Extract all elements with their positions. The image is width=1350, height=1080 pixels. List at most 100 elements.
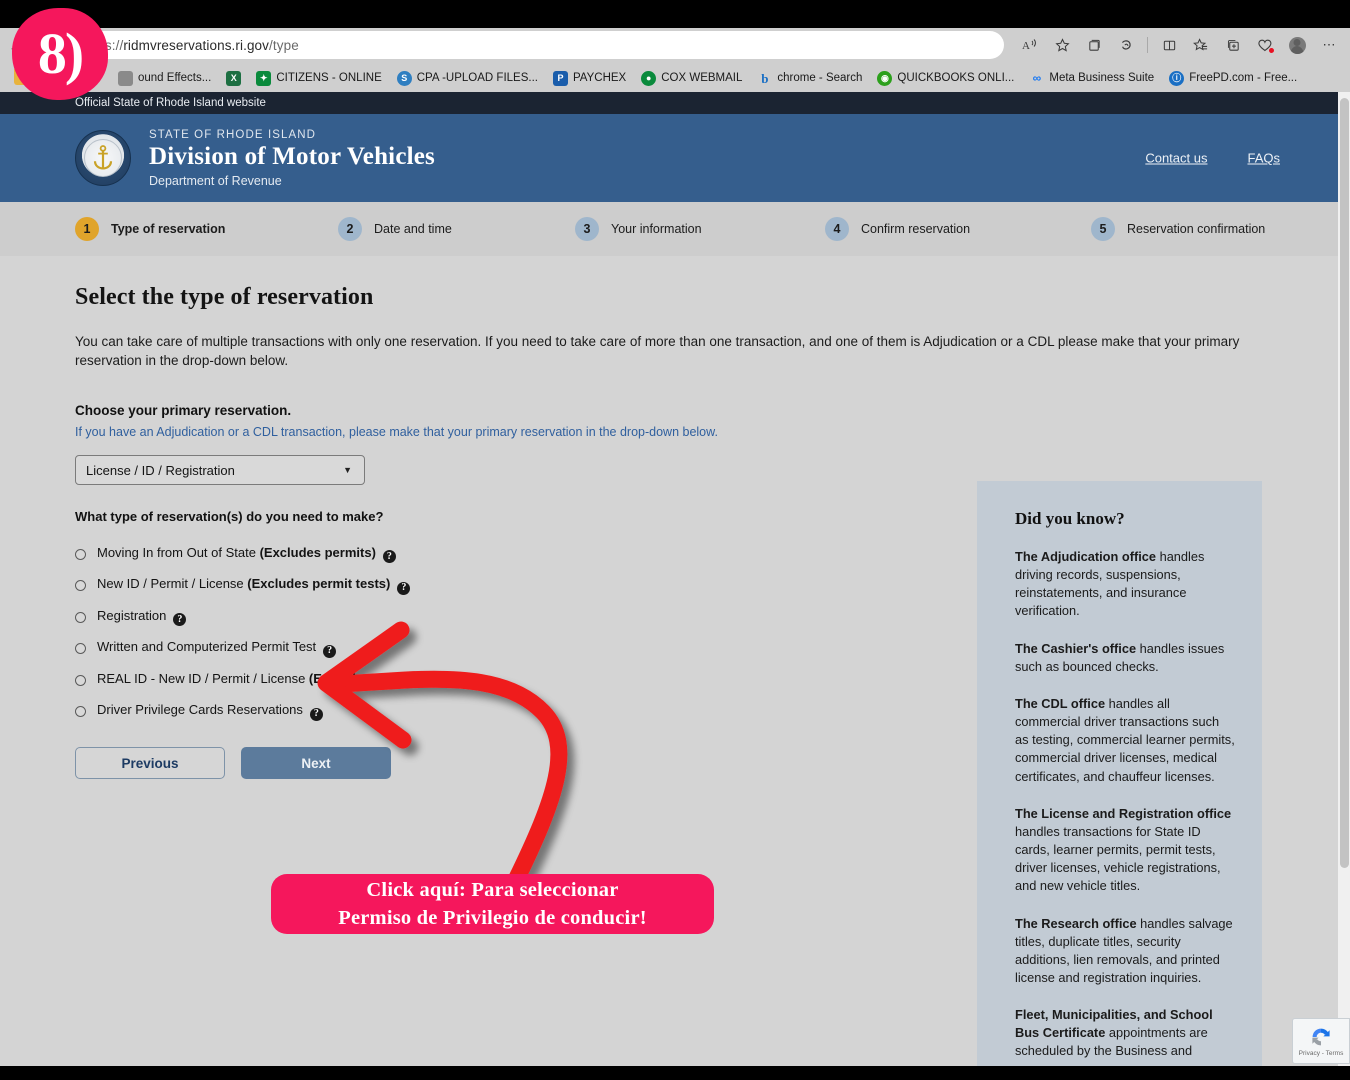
bookmark-item[interactable]: ◉ QUICKBOOKS ONLI...	[871, 69, 1023, 88]
bookmark-item[interactable]: b chrome - Search	[751, 69, 871, 88]
select-value: License / ID / Registration	[86, 462, 235, 478]
radio-label: Driver Privilege Cards Reservations?	[97, 702, 323, 721]
bookmark-item[interactable]: ✦ CITIZENS - ONLINE	[250, 69, 390, 88]
citizens-icon: ✦	[256, 70, 272, 86]
bookmark-label: CPA -UPLOAD FILES...	[416, 72, 538, 84]
official-state-banner-text: Official State of Rhode Island website	[75, 97, 266, 109]
freepd-icon: ⓘ	[1169, 70, 1185, 86]
radio-button[interactable]	[75, 548, 86, 560]
primary-reservation-label: Choose your primary reservation.	[75, 403, 292, 419]
primary-reservation-hint: If you have an Adjudication or a CDL tra…	[75, 425, 718, 440]
step-label: Confirm reservation	[861, 222, 971, 236]
scrollbar-thumb[interactable]	[1340, 98, 1349, 868]
url-host: ridmvreservations.ri.gov	[123, 37, 270, 53]
help-question-icon[interactable]: ?	[458, 676, 472, 690]
progress-stepper: 1 Type of reservation 2 Date and time 3 …	[0, 202, 1350, 256]
address-bar[interactable]: https://ridmvreservations.ri.gov/type	[64, 31, 1004, 59]
contact-us-link[interactable]: Contact us	[1145, 151, 1207, 166]
page-viewport: Official State of Rhode Island website S…	[0, 92, 1350, 1066]
cox-icon: ●	[641, 70, 657, 86]
settings-more-icon[interactable]: ⋯	[1314, 31, 1344, 59]
bookmark-item[interactable]: ⓘ FreePD.com - Free...	[1163, 69, 1306, 88]
url-scheme: https://	[82, 37, 124, 53]
section-heading: Select the type of reservation	[75, 284, 374, 310]
next-button[interactable]: Next	[241, 747, 391, 780]
step-reservation-confirmation[interactable]: 5 Reservation confirmation	[1091, 217, 1265, 241]
help-question-icon[interactable]: ?	[397, 581, 411, 595]
help-question-icon[interactable]: ?	[309, 707, 323, 721]
step-label: Your information	[611, 222, 702, 236]
step-label: Type of reservation	[111, 222, 226, 236]
bookmark-label: FreePD.com - Free...	[1189, 72, 1298, 84]
step-confirm-reservation[interactable]: 4 Confirm reservation	[825, 217, 1091, 241]
bookmark-item[interactable]: ound Effects...	[112, 69, 220, 88]
anchor-icon	[93, 145, 113, 170]
copilot-icon[interactable]	[1111, 31, 1141, 59]
radio-button[interactable]	[75, 580, 86, 591]
bookmark-item[interactable]: P PAYCHEX	[547, 69, 635, 88]
radio-label: Registration?	[97, 608, 187, 627]
bookmark-item[interactable]: ∞ Meta Business Suite	[1023, 69, 1163, 88]
previous-button[interactable]: Previous	[75, 747, 225, 780]
site-title-block: STATE OF RHODE ISLAND Division of Motor …	[149, 129, 435, 188]
recaptcha-badge[interactable]: Privacy - Terms	[1292, 1018, 1350, 1064]
favorite-star-icon[interactable]	[1047, 31, 1077, 59]
step-number: 5	[1091, 217, 1115, 241]
bookmark-item[interactable]	[8, 68, 40, 87]
bookmark-item[interactable]: S CPA -UPLOAD FILES...	[391, 69, 547, 88]
bookmark-label: PAYCHEX	[572, 72, 627, 84]
excel-icon: X	[226, 70, 242, 86]
browser-toolbar-icons: A ⋯	[1015, 30, 1344, 60]
read-aloud-icon[interactable]: A	[1015, 31, 1045, 59]
page-title: Division of Motor Vehicles	[149, 142, 435, 170]
browser-essentials-icon[interactable]	[1250, 31, 1280, 59]
help-question-icon[interactable]: ?	[173, 613, 187, 627]
url-path: /type	[269, 37, 299, 53]
browser-tabs-icon[interactable]	[1218, 31, 1248, 59]
bookmark-label: CITIZENS - ONLINE	[276, 72, 382, 84]
radio-button[interactable]	[75, 643, 86, 654]
bookmark-label: COX WEBMAIL	[661, 72, 743, 84]
radio-button[interactable]	[75, 706, 86, 717]
did-you-know-title: Did you know?	[1015, 509, 1125, 528]
bookmarks-bar: ound Effects... X ✦ CITIZENS - ONLINE S …	[0, 64, 1350, 92]
split-screen-icon[interactable]	[1154, 31, 1184, 59]
radio-button[interactable]	[75, 611, 86, 623]
meta-icon: ∞	[1032, 71, 1042, 85]
intro-paragraph: You can take care of multiple transactio…	[75, 334, 1240, 368]
page-scrollbar[interactable]	[1338, 92, 1350, 1066]
screenshot-root: ← https://ridmvreservations.ri.gov/type …	[0, 0, 1350, 1080]
step-your-information[interactable]: 3 Your information	[575, 217, 825, 241]
step-type-of-reservation[interactable]: 1 Type of reservation	[75, 217, 338, 241]
radio-button[interactable]	[75, 674, 86, 686]
department-label: Department of Revenue	[149, 173, 282, 188]
step-date-and-time[interactable]: 2 Date and time	[338, 217, 575, 241]
site-header: STATE OF RHODE ISLAND Division of Motor …	[0, 114, 1350, 202]
did-you-know-item: The Cashier's office handles issues such…	[1015, 640, 1225, 674]
state-label: STATE OF RHODE ISLAND	[149, 128, 317, 141]
folder-icon	[14, 68, 31, 85]
step-number: 3	[575, 217, 599, 241]
step-number: 2	[338, 217, 362, 241]
help-question-icon[interactable]: ?	[382, 550, 396, 564]
step-number: 1	[75, 217, 99, 241]
recaptcha-terms[interactable]: Privacy - Terms	[1299, 1050, 1344, 1057]
profile-avatar-icon[interactable]	[1282, 31, 1312, 59]
quickbooks-icon: ◉	[877, 70, 893, 86]
collections-icon[interactable]	[1079, 31, 1109, 59]
back-arrow-icon[interactable]: ←	[0, 37, 34, 56]
notification-badge	[1268, 47, 1275, 54]
add-favorite-icon[interactable]	[1186, 31, 1216, 59]
chevron-down-icon: ▼	[343, 465, 352, 476]
bookmark-label: chrome - Search	[777, 72, 863, 84]
bookmark-item[interactable]: X	[220, 69, 250, 88]
did-you-know-panel: Did you know? The Adjudication office ha…	[977, 481, 1262, 1066]
step-label: Date and time	[374, 222, 452, 236]
bookmark-item[interactable]: ● COX WEBMAIL	[635, 69, 751, 88]
faqs-link[interactable]: FAQs	[1247, 151, 1280, 166]
primary-reservation-select[interactable]: License / ID / Registration ▼	[75, 455, 365, 486]
browser-address-bar-row: ← https://ridmvreservations.ri.gov/type …	[0, 28, 1350, 64]
toolbar-divider	[1147, 37, 1148, 53]
help-question-icon[interactable]: ?	[323, 644, 337, 658]
did-you-know-item: The Research office handles salvage titl…	[1015, 915, 1233, 985]
